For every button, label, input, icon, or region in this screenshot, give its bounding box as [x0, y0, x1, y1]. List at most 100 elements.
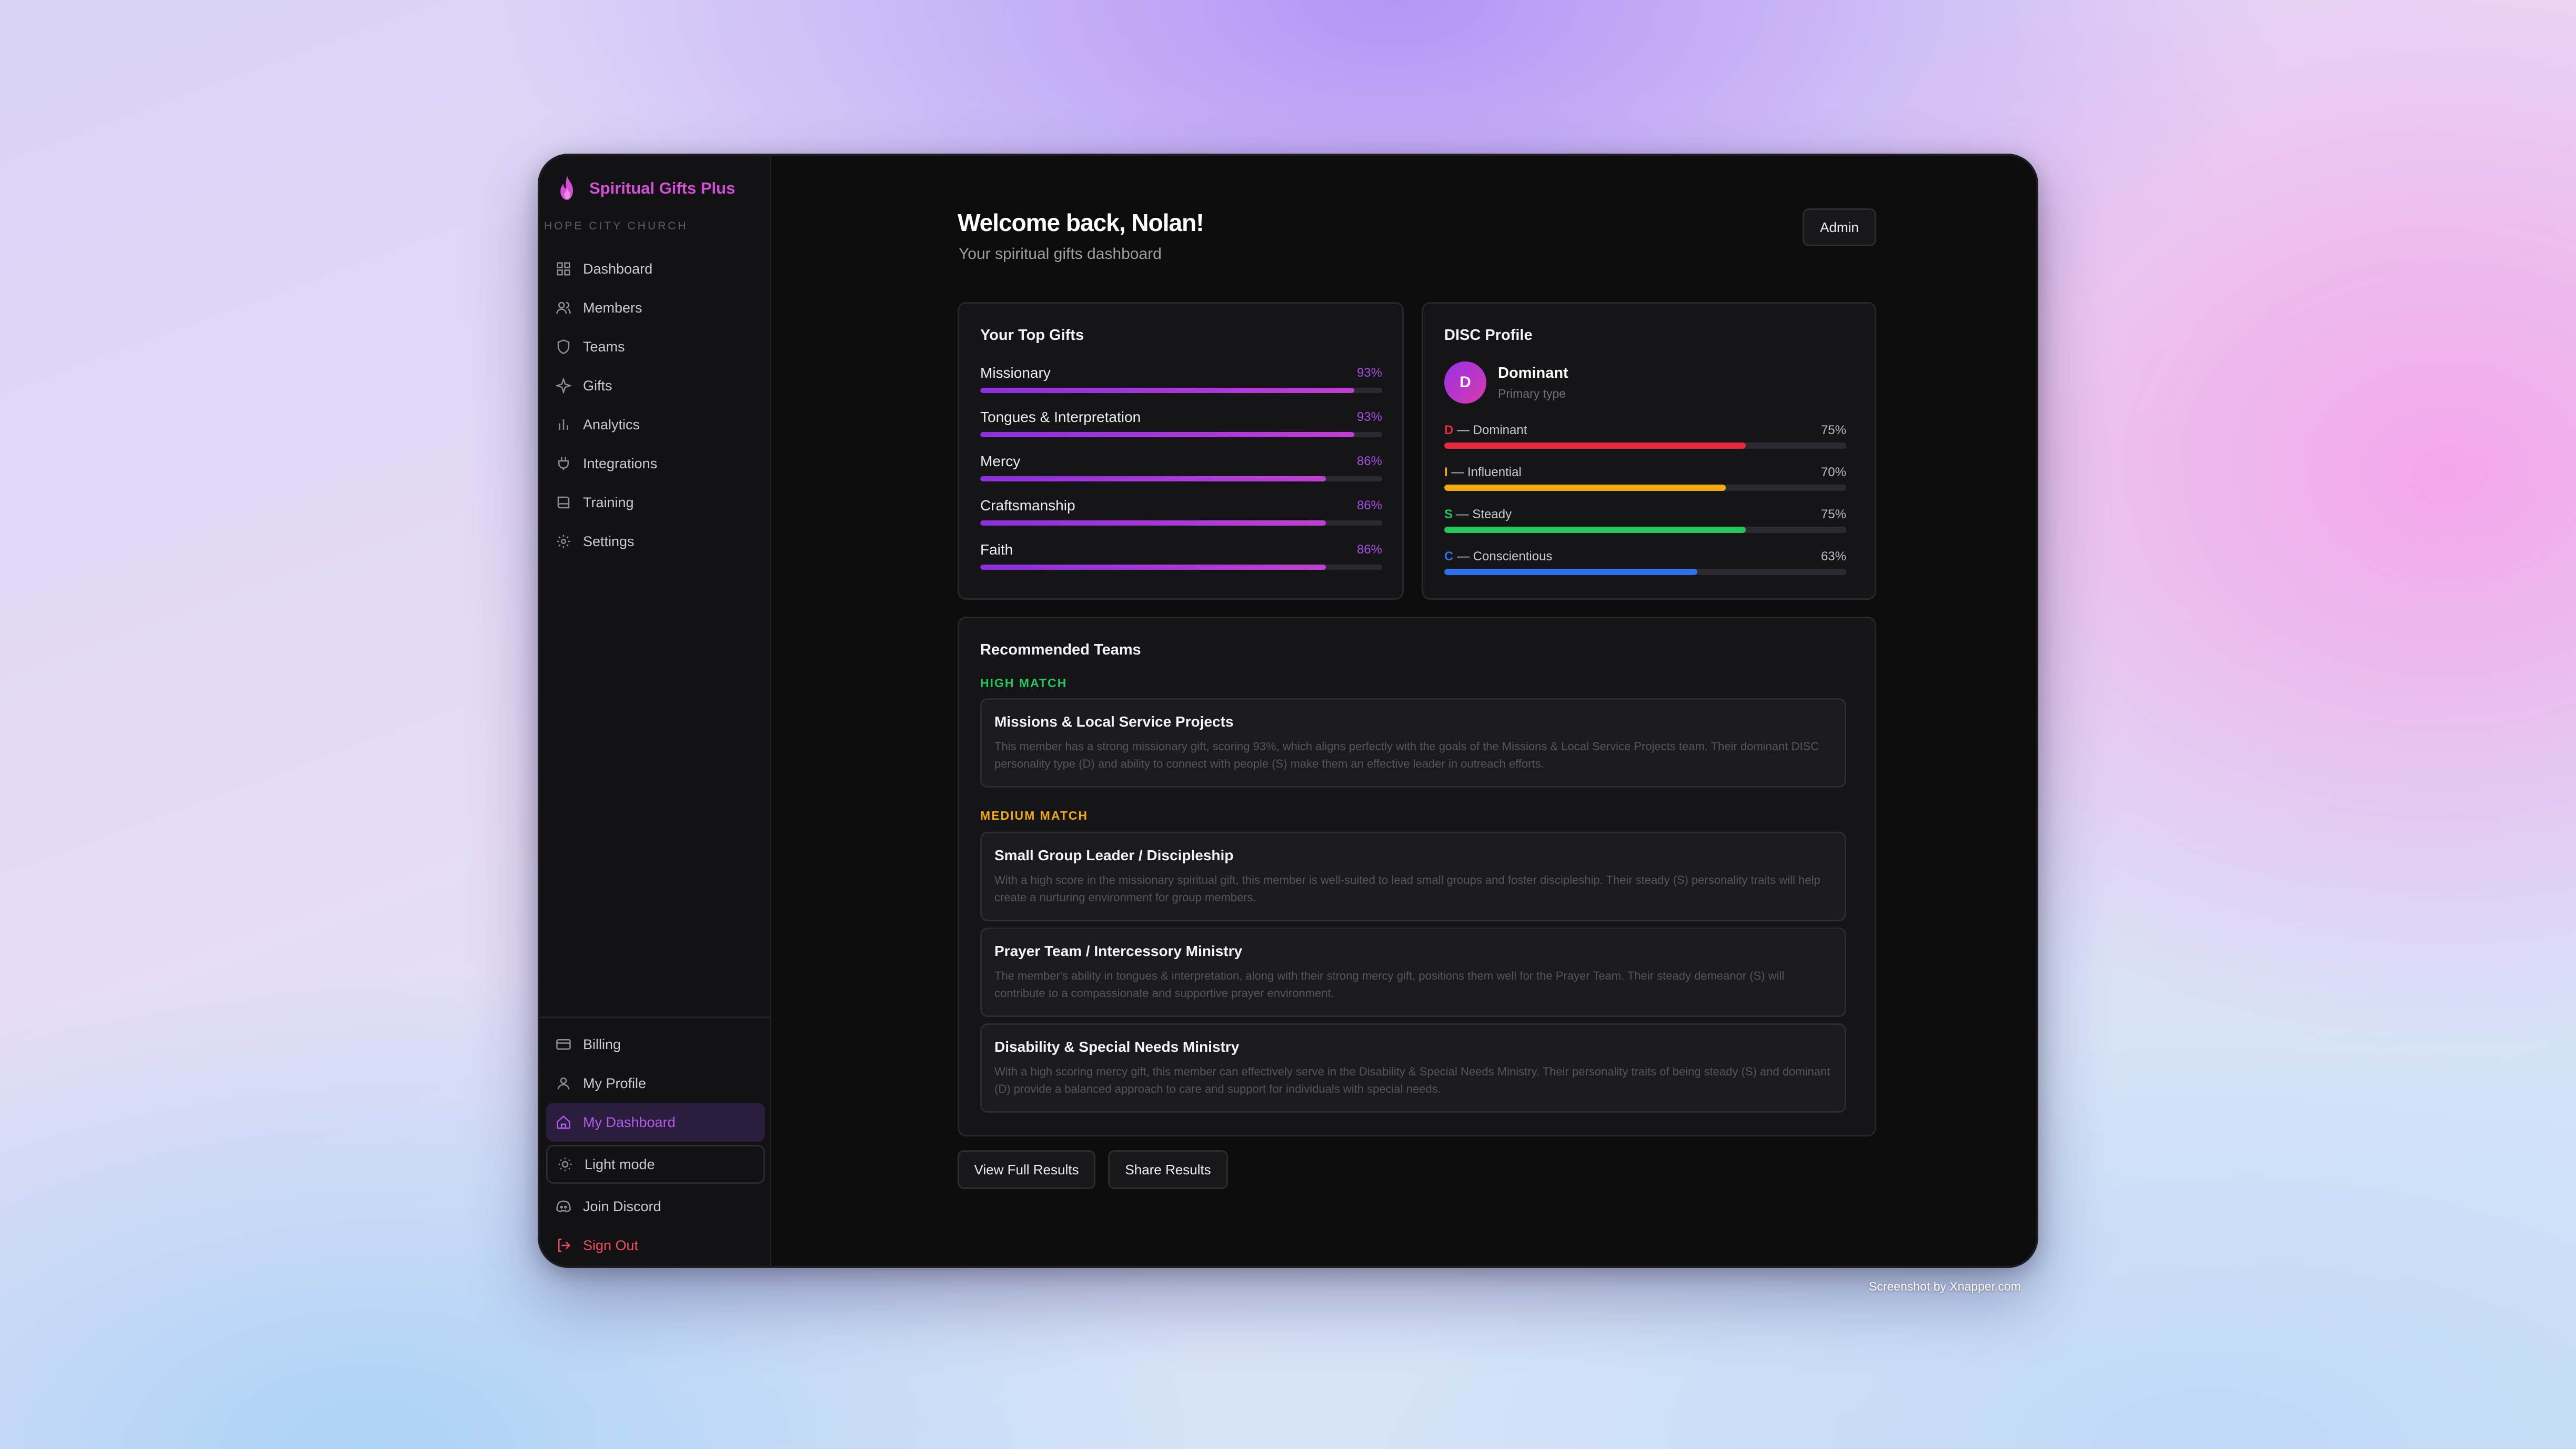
team-description: This member has a strong missionary gift… — [994, 740, 1819, 770]
discord-icon — [556, 1200, 571, 1213]
disc-percent: 70% — [1820, 465, 1846, 479]
disc-progress-fill — [1444, 485, 1726, 491]
admin-button[interactable]: Admin — [1803, 208, 1876, 246]
card-title: Your Top Gifts — [980, 327, 1084, 344]
disc-label: C — Conscientious — [1444, 549, 1552, 564]
disc-primary-type: Dominant — [1498, 365, 1568, 381]
gift-name: Tongues & Interpretation — [980, 409, 1141, 425]
card-title: DISC Profile — [1444, 327, 1533, 344]
nav-item-my-dashboard[interactable]: My Dashboard — [546, 1103, 765, 1142]
disc-percent: 63% — [1820, 549, 1846, 564]
disc-progress-fill — [1444, 442, 1746, 449]
brand-name: Spiritual Gifts Plus — [589, 179, 736, 197]
shield-icon — [557, 339, 570, 354]
nav-label: Analytics — [583, 416, 640, 432]
nav-label: Training — [583, 494, 634, 510]
user-icon — [557, 1077, 570, 1090]
team-description: With a high scoring mercy gift, this mem… — [994, 1065, 1830, 1095]
brand[interactable]: Spiritual Gifts Plus — [556, 175, 735, 202]
gift-progress-fill — [980, 565, 1326, 570]
gift-progress-fill — [980, 520, 1326, 526]
disc-row-header: S — Steady 75% — [1444, 506, 1846, 524]
gift-row-header: Tongues & Interpretation 93% — [980, 407, 1382, 428]
nav-item-analytics[interactable]: Analytics — [546, 405, 765, 444]
top-gifts-card: Your Top Gifts Missionary 93% Tongues & In… — [958, 302, 1404, 600]
disc-letter: D — [1444, 423, 1454, 437]
card-title: Recommended Teams — [980, 641, 1141, 658]
flame-icon — [560, 176, 573, 200]
medium-match-label: MEDIUM MATCH — [980, 809, 1088, 822]
disc-label: S — Steady — [1444, 507, 1512, 522]
users-icon — [556, 301, 571, 314]
sign-out-button[interactable]: Sign Out — [546, 1226, 765, 1265]
nav-item-members[interactable]: Members — [546, 288, 765, 327]
logout-icon — [558, 1239, 571, 1252]
nav-label: Members — [583, 299, 642, 316]
page-title: Welcome back, Nolan! — [958, 209, 1204, 236]
disc-row-header: C — Conscientious 63% — [1444, 548, 1846, 566]
gift-progress-fill — [980, 388, 1354, 393]
sidebar: Spiritual Gifts Plus HOPE CITY CHURCH Da… — [540, 156, 771, 1266]
gift-name: Missionary — [980, 365, 1051, 381]
disc-percent: 75% — [1820, 507, 1846, 521]
nav-label: My Dashboard — [583, 1114, 676, 1130]
disc-name: — Conscientious — [1453, 549, 1553, 564]
team-card[interactable]: Prayer Team / Intercessory Ministry The m… — [980, 928, 1846, 1017]
gift-row-header: Mercy 86% — [980, 451, 1382, 472]
grid-icon — [557, 262, 570, 276]
disc-label: D — Dominant — [1444, 423, 1527, 438]
gift-percent: 86% — [1356, 542, 1382, 557]
plug-icon — [558, 457, 569, 470]
nav-item-teams[interactable]: Teams — [546, 327, 765, 366]
gift-row: Mercy 86% — [980, 451, 1382, 481]
disc-primary-caption: Primary type — [1498, 387, 1566, 400]
gift-name: Craftsmanship — [980, 497, 1075, 514]
gift-row-header: Faith 86% — [980, 539, 1382, 560]
nav-label: Gifts — [583, 377, 612, 394]
nav-item-settings[interactable]: Settings — [546, 522, 765, 561]
disc-row-header: D — Dominant 75% — [1444, 421, 1846, 439]
gift-progress-track — [980, 476, 1382, 481]
team-card[interactable]: Small Group Leader / Discipleship With a … — [980, 832, 1846, 921]
disc-letter: S — [1444, 507, 1453, 521]
disc-row: C — Conscientious 63% — [1444, 548, 1846, 575]
screenshot-credit: Screenshot by Xnapper.com — [1869, 1280, 2021, 1293]
high-match-label: HIGH MATCH — [980, 676, 1068, 690]
nav-item-integrations[interactable]: Integrations — [546, 444, 765, 483]
view-full-results-button[interactable]: View Full Results — [958, 1150, 1095, 1189]
app-window: Spiritual Gifts Plus HOPE CITY CHURCH Da… — [538, 154, 2038, 1268]
sparkle-icon — [556, 378, 571, 394]
gift-progress-fill — [980, 476, 1326, 481]
nav-item-billing[interactable]: Billing — [546, 1025, 765, 1064]
gift-name: Mercy — [980, 453, 1021, 469]
light-mode-toggle[interactable]: Light mode — [546, 1145, 765, 1184]
nav-label: Settings — [583, 533, 635, 549]
nav-item-dashboard[interactable]: Dashboard — [546, 249, 765, 288]
nav-item-training[interactable]: Training — [546, 483, 765, 522]
team-name: Prayer Team / Intercessory Ministry — [994, 943, 1243, 959]
disc-row: D — Dominant 75% — [1444, 421, 1846, 449]
disc-profile-card: DISC Profile D Dominant Primary type D —… — [1422, 302, 1876, 600]
gift-row-header: Missionary 93% — [980, 363, 1382, 384]
nav-label: Billing — [583, 1036, 621, 1052]
gift-progress-track — [980, 520, 1382, 526]
team-card[interactable]: Missions & Local Service Projects This me… — [980, 698, 1846, 788]
gift-row: Faith 86% — [980, 539, 1382, 570]
gift-row: Tongues & Interpretation 93% — [980, 407, 1382, 437]
disc-label: I — Influential — [1444, 465, 1522, 480]
share-results-button[interactable]: Share Results — [1108, 1150, 1228, 1189]
gift-progress-track — [980, 432, 1382, 437]
gift-name: Faith — [980, 541, 1013, 558]
nav-item-gifts[interactable]: Gifts — [546, 366, 765, 405]
disc-progress-fill — [1444, 569, 1698, 575]
bottom-nav: Billing My Profile My Dashboard Light mo… — [546, 1025, 765, 1265]
nav-label: Sign Out — [583, 1237, 639, 1253]
team-card[interactable]: Disability & Special Needs Ministry With … — [980, 1023, 1846, 1113]
disc-avatar: D — [1444, 361, 1486, 404]
nav-item-my-profile[interactable]: My Profile — [546, 1064, 765, 1103]
team-description: With a high score in the missionary spir… — [994, 873, 1820, 904]
disc-name: — Dominant — [1453, 423, 1527, 437]
gift-progress-track — [980, 565, 1382, 570]
nav-item-join-discord[interactable]: Join Discord — [546, 1187, 765, 1226]
nav-label: Teams — [583, 338, 625, 355]
